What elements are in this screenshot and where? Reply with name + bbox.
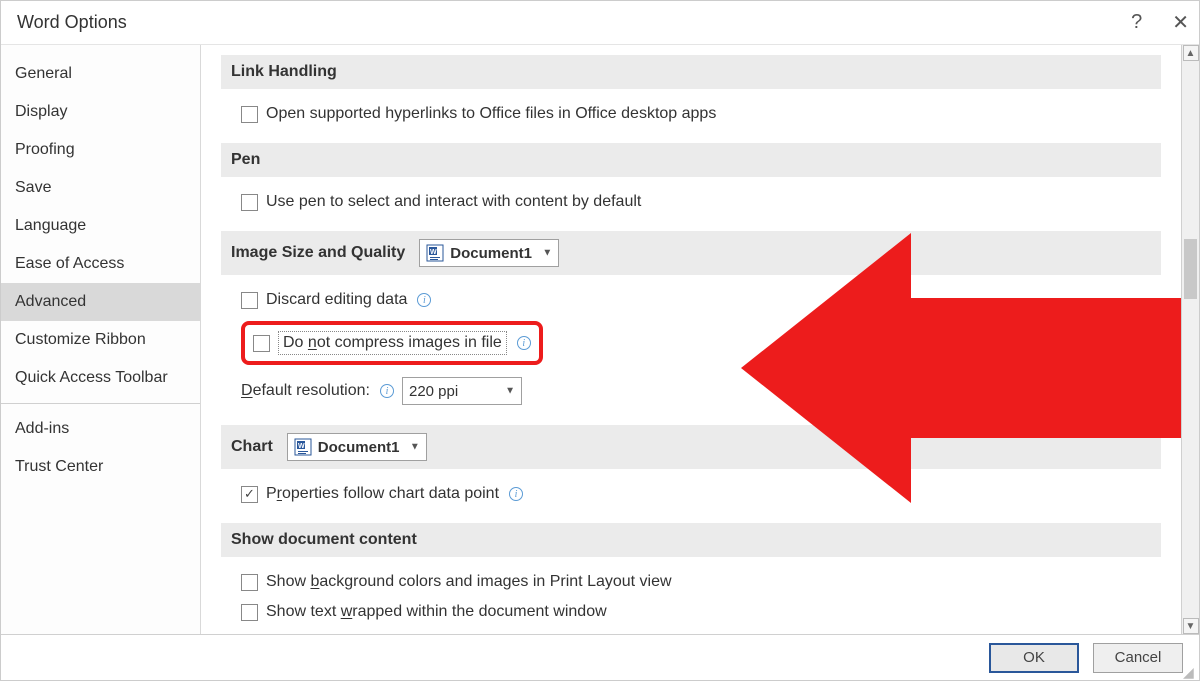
- document-icon: W: [294, 438, 312, 456]
- sidebar-item-language[interactable]: Language: [1, 207, 200, 245]
- section-header-show-document-content: Show document content: [221, 523, 1161, 557]
- dropdown-default-resolution[interactable]: 220 ppi ▼: [402, 377, 522, 405]
- label-default-resolution: Default resolution:: [241, 382, 370, 400]
- info-icon[interactable]: i: [380, 384, 394, 398]
- options-content: Link Handling Open supported hyperlinks …: [201, 45, 1181, 634]
- document-icon: W: [426, 244, 444, 262]
- label-properties-follow-chart: Properties follow chart data point: [266, 485, 499, 503]
- scroll-up-button[interactable]: ▲: [1183, 45, 1199, 61]
- sidebar-item-save[interactable]: Save: [1, 169, 200, 207]
- chevron-down-icon: ▼: [505, 386, 515, 397]
- highlight-do-not-compress: Do not compress images in file i: [241, 321, 543, 365]
- vertical-scrollbar[interactable]: ▲ ▼: [1181, 45, 1199, 634]
- cancel-button[interactable]: Cancel: [1093, 643, 1183, 673]
- info-icon[interactable]: i: [509, 487, 523, 501]
- checkbox-open-hyperlinks[interactable]: [241, 106, 258, 123]
- sidebar-item-add-ins[interactable]: Add-ins: [1, 410, 200, 448]
- sidebar-item-trust-center[interactable]: Trust Center: [1, 448, 200, 486]
- label-discard-editing-data: Discard editing data: [266, 291, 407, 309]
- label-use-pen: Use pen to select and interact with cont…: [266, 193, 641, 211]
- dropdown-image-document-value: Document1: [450, 245, 532, 262]
- scrollbar-track[interactable]: [1182, 61, 1199, 618]
- section-header-chart: Chart W Document1 ▼: [221, 425, 1161, 469]
- sidebar-item-quick-access-toolbar[interactable]: Quick Access Toolbar: [1, 359, 200, 397]
- section-header-pen: Pen: [221, 143, 1161, 177]
- info-icon[interactable]: i: [417, 293, 431, 307]
- sidebar-item-advanced[interactable]: Advanced: [1, 283, 200, 321]
- dropdown-image-document[interactable]: W Document1 ▼: [419, 239, 559, 267]
- label-open-hyperlinks: Open supported hyperlinks to Office file…: [266, 105, 716, 123]
- chevron-down-icon: ▼: [410, 442, 420, 453]
- svg-text:W: W: [430, 249, 437, 256]
- checkbox-show-text-wrapped[interactable]: [241, 604, 258, 621]
- scroll-down-button[interactable]: ▼: [1183, 618, 1199, 634]
- dropdown-chart-document-value: Document1: [318, 439, 400, 456]
- label-show-picture-placeholders: Show picture placeholders: [266, 633, 454, 634]
- checkbox-show-picture-placeholders[interactable]: [241, 634, 258, 635]
- options-sidebar: General Display Proofing Save Language E…: [1, 45, 201, 634]
- checkbox-do-not-compress[interactable]: [253, 335, 270, 352]
- sidebar-item-proofing[interactable]: Proofing: [1, 131, 200, 169]
- label-show-text-wrapped: Show text wrapped within the document wi…: [266, 603, 607, 621]
- section-header-link-handling: Link Handling: [221, 55, 1161, 89]
- scrollbar-thumb[interactable]: [1184, 239, 1197, 299]
- section-header-image-size: Image Size and Quality W Document1 ▼: [221, 231, 1161, 275]
- sidebar-item-customize-ribbon[interactable]: Customize Ribbon: [1, 321, 200, 359]
- section-title-image-size: Image Size and Quality: [231, 244, 405, 262]
- help-button[interactable]: ?: [1131, 11, 1142, 34]
- sidebar-item-general[interactable]: General: [1, 55, 200, 93]
- checkbox-discard-editing-data[interactable]: [241, 292, 258, 309]
- label-do-not-compress: Do not compress images in file: [278, 331, 507, 355]
- checkbox-use-pen[interactable]: [241, 194, 258, 211]
- label-show-background: Show background colors and images in Pri…: [266, 573, 672, 591]
- checkbox-properties-follow-chart[interactable]: [241, 486, 258, 503]
- info-icon[interactable]: i: [517, 336, 531, 350]
- dropdown-chart-document[interactable]: W Document1 ▼: [287, 433, 427, 461]
- dropdown-default-resolution-value: 220 ppi: [409, 383, 458, 400]
- chevron-down-icon: ▼: [542, 248, 552, 259]
- dialog-title: Word Options: [17, 12, 127, 33]
- sidebar-item-ease-of-access[interactable]: Ease of Access: [1, 245, 200, 283]
- ok-button[interactable]: OK: [989, 643, 1079, 673]
- section-title-chart: Chart: [231, 438, 273, 456]
- close-button[interactable]: ✕: [1172, 10, 1189, 35]
- sidebar-item-display[interactable]: Display: [1, 93, 200, 131]
- svg-text:W: W: [298, 443, 305, 450]
- checkbox-show-background[interactable]: [241, 574, 258, 591]
